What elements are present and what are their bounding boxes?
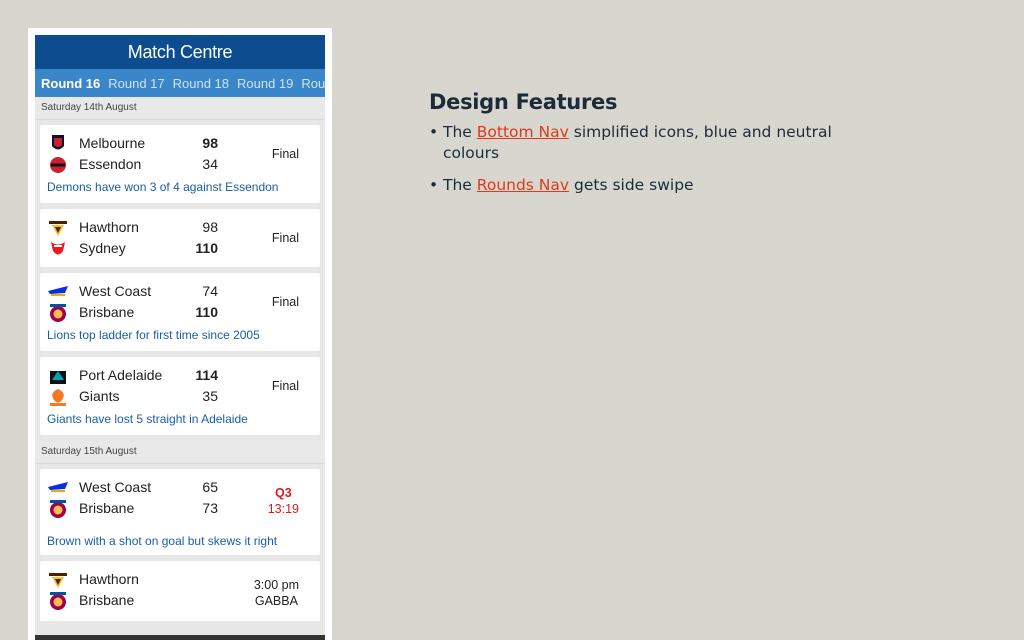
west-coast-logo-icon xyxy=(47,282,69,302)
team-score: 35 xyxy=(202,388,218,404)
match-centre-screen: Match Centre Round 16 Round 17 Round 18 Rou… xyxy=(35,35,325,640)
match-card[interactable]: West Coast 65 Brisbane 73 Q3 13:19 Brown with … xyxy=(40,469,320,555)
feature-prefix: The xyxy=(443,123,477,141)
team-name: Brisbane xyxy=(79,592,135,608)
phone-mockup: Match Centre Round 16 Round 17 Round 18 Rou… xyxy=(28,28,332,640)
team-score: 114 xyxy=(195,367,218,383)
rounds-nav-link[interactable]: Rounds Nav xyxy=(477,176,569,194)
date-header: Saturday 14th August xyxy=(35,97,325,120)
status-detail: GABBA xyxy=(254,594,298,608)
team-score: 34 xyxy=(202,156,218,172)
team-score: 110 xyxy=(195,240,218,256)
team-score: 98 xyxy=(202,135,218,151)
design-features-panel: Design Features • The Bottom Nav simplif… xyxy=(429,90,849,207)
match-card[interactable]: Melbourne 98 Essendon 34 Final Demons have wo… xyxy=(40,125,320,203)
bottom-nav[interactable] xyxy=(35,635,325,640)
tab-round[interactable]: Round 17 xyxy=(108,76,164,91)
status-label: 3:00 pm xyxy=(253,578,299,592)
features-heading: Design Features xyxy=(429,90,618,114)
team-name: Giants xyxy=(79,388,120,404)
team-name: Port Adelaide xyxy=(79,367,163,383)
team-name: Essendon xyxy=(79,156,142,172)
feature-suffix: gets side swipe xyxy=(569,176,694,194)
tab-round[interactable]: Rou xyxy=(301,76,325,91)
team-name: West Coast xyxy=(79,283,152,299)
hawthorn-logo-icon xyxy=(47,570,69,590)
rounds-nav[interactable]: Round 16 Round 17 Round 18 Round 19 Rou xyxy=(35,69,325,97)
title-bar: Match Centre xyxy=(35,35,325,69)
status-detail: 13:19 xyxy=(267,502,299,516)
date-header: Saturday 15th August xyxy=(35,441,325,464)
status-label: Final xyxy=(271,379,299,393)
match-card[interactable]: Port Adelaide 114 Giants 35 Final Giants have… xyxy=(40,357,320,435)
match-note: Demons have won 3 of 4 against Essendon xyxy=(47,180,279,194)
status-label: Final xyxy=(271,231,299,245)
team-name: West Coast xyxy=(79,479,152,495)
melbourne-logo-icon xyxy=(47,134,69,154)
sydney-logo-icon xyxy=(47,239,69,259)
status-label: Final xyxy=(271,295,299,309)
match-note: Lions top ladder for first time since 20… xyxy=(47,328,260,342)
feature-item: • The Rounds Nav gets side swipe xyxy=(429,175,849,196)
match-card[interactable]: West Coast 74 Brisbane 110 Final Lions top la… xyxy=(40,273,320,351)
team-name: Brisbane xyxy=(79,304,135,320)
page-title: Match Centre xyxy=(127,41,233,62)
team-name: Hawthorn xyxy=(79,571,139,587)
giants-logo-icon xyxy=(47,387,69,407)
match-status: Final xyxy=(272,230,299,246)
team-score: 73 xyxy=(202,500,218,516)
tab-round[interactable]: Round 16 xyxy=(41,76,100,91)
match-card[interactable]: Hawthorn Brisbane 3:00 pm GABBA xyxy=(40,561,320,621)
match-status: Final xyxy=(272,294,299,310)
match-note: Brown with a shot on goal but skews it r… xyxy=(47,534,278,548)
match-card[interactable]: Hawthorn 98 Sydney 110 Final xyxy=(40,209,320,267)
team-name: Melbourne xyxy=(79,135,146,151)
feature-item: • The Bottom Nav simplified icons, blue … xyxy=(429,122,849,164)
match-status: Final xyxy=(272,146,299,162)
match-status: Q3 13:19 xyxy=(268,485,299,517)
fixtures-list: Saturday 14th August Melbourne 98 Essendon 3… xyxy=(35,97,325,621)
bullet-dot: • xyxy=(429,123,439,141)
west-coast-logo-icon xyxy=(47,478,69,498)
brisbane-logo-icon xyxy=(47,499,69,519)
tab-round[interactable]: Round 18 xyxy=(173,76,229,91)
brisbane-logo-icon xyxy=(47,303,69,323)
bullet-dot: • xyxy=(429,176,439,194)
team-score: 110 xyxy=(195,304,218,320)
team-score: 98 xyxy=(202,219,218,235)
match-status: 3:00 pm GABBA xyxy=(254,577,299,609)
tab-round[interactable]: Round 19 xyxy=(237,76,293,91)
brisbane-logo-icon xyxy=(47,591,69,611)
team-name: Sydney xyxy=(79,240,126,256)
feature-prefix: The xyxy=(443,176,477,194)
team-name: Hawthorn xyxy=(79,219,139,235)
team-score: 65 xyxy=(202,479,218,495)
hawthorn-logo-icon xyxy=(47,218,69,238)
match-status: Final xyxy=(272,378,299,394)
port-adelaide-logo-icon xyxy=(47,366,69,386)
status-label: Final xyxy=(271,147,299,161)
match-note: Giants have lost 5 straight in Adelaide xyxy=(47,412,248,426)
team-score: 74 xyxy=(202,283,218,299)
essendon-logo-icon xyxy=(47,155,69,175)
status-label: Q3 xyxy=(275,486,292,500)
bottom-nav-link[interactable]: Bottom Nav xyxy=(477,123,569,141)
team-name: Brisbane xyxy=(79,500,135,516)
